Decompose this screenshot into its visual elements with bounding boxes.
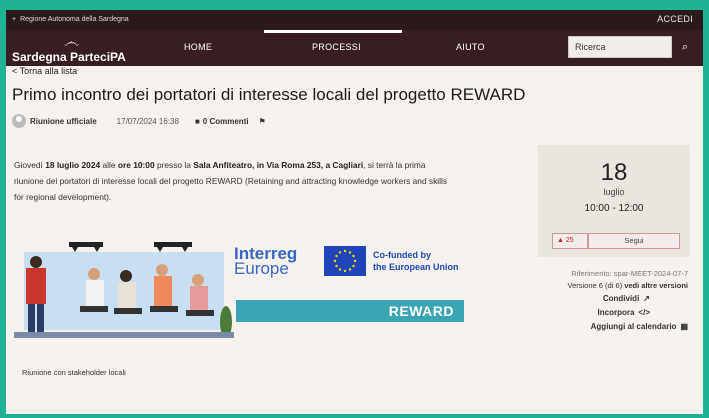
region-label: Regione Autonoma della Sardegna — [20, 16, 129, 23]
event-time: 10:00 - 12:00 — [584, 203, 644, 214]
nav-processi[interactable]: PROCESSI — [312, 42, 361, 52]
plus-icon: + — [12, 16, 17, 23]
cofunded-line: Co-funded by — [373, 250, 431, 260]
code-icon: </> — [638, 308, 650, 317]
meeting-meta: Riunione ufficiale 17/07/2024 16:38 ■ 0 … — [12, 113, 266, 129]
embed-link[interactable]: Incorpora </> — [538, 306, 688, 320]
followers-count: ▲ 25 — [552, 233, 588, 249]
meeting-illustration — [14, 232, 234, 347]
comments-link[interactable]: 0 Commenti — [203, 117, 249, 126]
page-title: Primo incontro dei portatori di interess… — [12, 85, 526, 104]
search-button[interactable]: ⌕ — [674, 36, 696, 58]
embed-label: Incorpora — [597, 308, 635, 317]
add-to-calendar-link[interactable]: Aggiungi al calendario ▦ — [538, 320, 688, 334]
login-button[interactable]: ACCEDI — [657, 14, 693, 24]
project-banner-image: Interreg Europe Co-funded by the Europea… — [14, 232, 466, 347]
interreg-logo: Interreg Europe — [234, 245, 297, 278]
event-date-card: 18 luglio 10:00 - 12:00 ▲ 25 Segui — [538, 145, 690, 257]
comment-icon: ■ — [194, 116, 200, 126]
region-topbar: + Regione Autonoma della Sardegna ACCEDI — [6, 10, 703, 30]
version-info: Versione 6 (di 6) vedi altre versioni — [538, 280, 689, 292]
back-to-list-link[interactable]: < Torna alla lista — [12, 66, 77, 76]
site-logo[interactable]: ෴ Sardegna ParteciPA — [12, 34, 142, 64]
desc-text: presso la — [154, 160, 194, 170]
desc-text: Giovedì — [14, 160, 46, 170]
meeting-datetime: 17/07/2024 16:38 — [116, 116, 179, 126]
meeting-sidebar: Riferimento: spar-MEET-2024-07-7 Version… — [538, 268, 689, 334]
reward-project-label: REWARD — [236, 300, 464, 322]
share-link[interactable]: Condividi ↗ — [538, 292, 688, 306]
meeting-author[interactable]: Riunione ufficiale — [30, 117, 97, 126]
eu-flag-icon — [324, 246, 366, 276]
nav-aiuto[interactable]: AIUTO — [456, 42, 485, 52]
desc-date: 18 luglio 2024 — [45, 160, 101, 170]
europe-text: Europe — [234, 259, 289, 278]
desc-text: alle — [100, 160, 118, 170]
cofunded-line: the European Union — [373, 262, 459, 272]
search-input[interactable] — [568, 36, 672, 58]
flag-icon[interactable]: ⚑ — [259, 117, 266, 126]
avatar — [12, 114, 26, 128]
desc-time: ore 10:00 — [117, 160, 155, 170]
share-label: Condividi — [602, 294, 640, 303]
version-link[interactable]: vedi altre versioni — [622, 281, 688, 290]
followers-number: 25 — [565, 237, 574, 244]
calendar-label: Aggiungi al calendario — [590, 322, 677, 331]
main-navbar: ෴ Sardegna ParteciPA HOME PROCESSI AIUTO… — [6, 30, 703, 66]
version-label: Versione 6 — [567, 281, 606, 290]
brand-name: Sardegna ParteciPA — [12, 50, 126, 64]
event-month: luglio — [603, 187, 625, 197]
reference-id: Riferimento: spar-MEET-2024-07-7 — [571, 269, 688, 278]
region-link[interactable]: + Regione Autonoma della Sardegna — [12, 16, 129, 23]
browser-viewport: + Regione Autonoma della Sardegna ACCEDI… — [6, 10, 703, 414]
event-day: 18 — [600, 159, 628, 186]
search-icon: ⌕ — [681, 41, 689, 53]
calendar-icon: ▦ — [680, 322, 688, 331]
meeting-description: Giovedì 18 luglio 2024 alle ore 10:00 pr… — [14, 157, 454, 205]
version-count: (di 6) — [605, 281, 623, 290]
nav-home[interactable]: HOME — [184, 42, 212, 52]
nav-active-indicator — [264, 30, 402, 33]
image-caption: Riunione con stakeholder locali — [22, 368, 126, 377]
desc-place: Sala Anfiteatro, in Via Roma 253, a Cagl… — [193, 160, 364, 170]
bell-icon: ▲ — [557, 237, 564, 244]
follow-button[interactable]: Segui — [588, 233, 680, 249]
share-icon: ↗ — [643, 294, 650, 303]
cofunded-text: Co-funded by the European Union — [373, 249, 459, 273]
